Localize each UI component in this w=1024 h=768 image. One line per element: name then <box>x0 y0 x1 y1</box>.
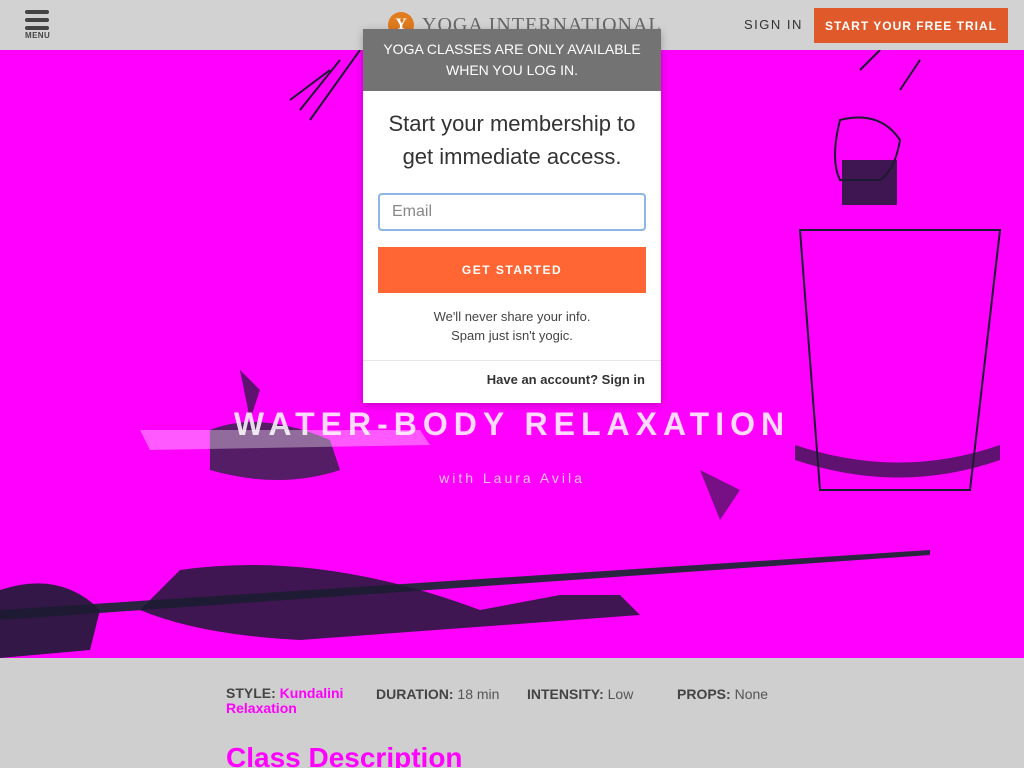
style-label: STYLE: <box>226 685 276 701</box>
meta-props: PROPS: None <box>677 686 768 702</box>
props-label: PROPS: <box>677 686 731 702</box>
free-trial-button[interactable]: START YOUR FREE TRIAL <box>814 8 1008 43</box>
menu-label: MENU <box>25 31 51 40</box>
sign-in-link[interactable]: SIGN IN <box>744 17 803 32</box>
meta-style: STYLE: Kundalini Relaxation <box>226 686 356 716</box>
modal-sign-in-link[interactable]: Sign in <box>602 372 645 387</box>
props-value: None <box>734 686 769 702</box>
modal-divider <box>363 360 661 361</box>
modal-footer: Have an account? Sign in <box>487 372 645 387</box>
meta-duration: DURATION: 18 min <box>376 686 499 702</box>
modal-banner: YOGA CLASSES ARE ONLY AVAILABLE WHEN YOU… <box>363 29 661 91</box>
have-account-text: Have an account? <box>486 372 599 387</box>
hamburger-icon-bar <box>25 18 49 22</box>
hamburger-icon-bar <box>25 26 49 30</box>
privacy-note: We'll never share your info. Spam just i… <box>363 307 661 345</box>
class-title: WATER-BODY RELAXATION <box>233 406 791 442</box>
meta-intensity: INTENSITY: Low <box>527 686 633 702</box>
email-field[interactable] <box>378 193 646 231</box>
class-description-heading: Class Description <box>226 742 463 768</box>
duration-value: 18 min <box>457 686 500 702</box>
get-started-button[interactable]: GET STARTED <box>378 247 646 293</box>
class-instructor: with Laura Avila <box>439 470 585 486</box>
menu-button[interactable]: MENU <box>24 10 54 42</box>
privacy-line-1: We'll never share your info. <box>433 309 591 324</box>
modal-heading: Start your membership to get immediate a… <box>388 111 636 169</box>
privacy-line-2: Spam just isn't yogic. <box>451 328 573 343</box>
intensity-value: Low <box>607 686 634 702</box>
intensity-label: INTENSITY: <box>527 686 604 702</box>
login-modal: YOGA CLASSES ARE ONLY AVAILABLE WHEN YOU… <box>363 29 661 403</box>
hamburger-icon <box>25 10 49 14</box>
duration-label: DURATION: <box>376 686 454 702</box>
